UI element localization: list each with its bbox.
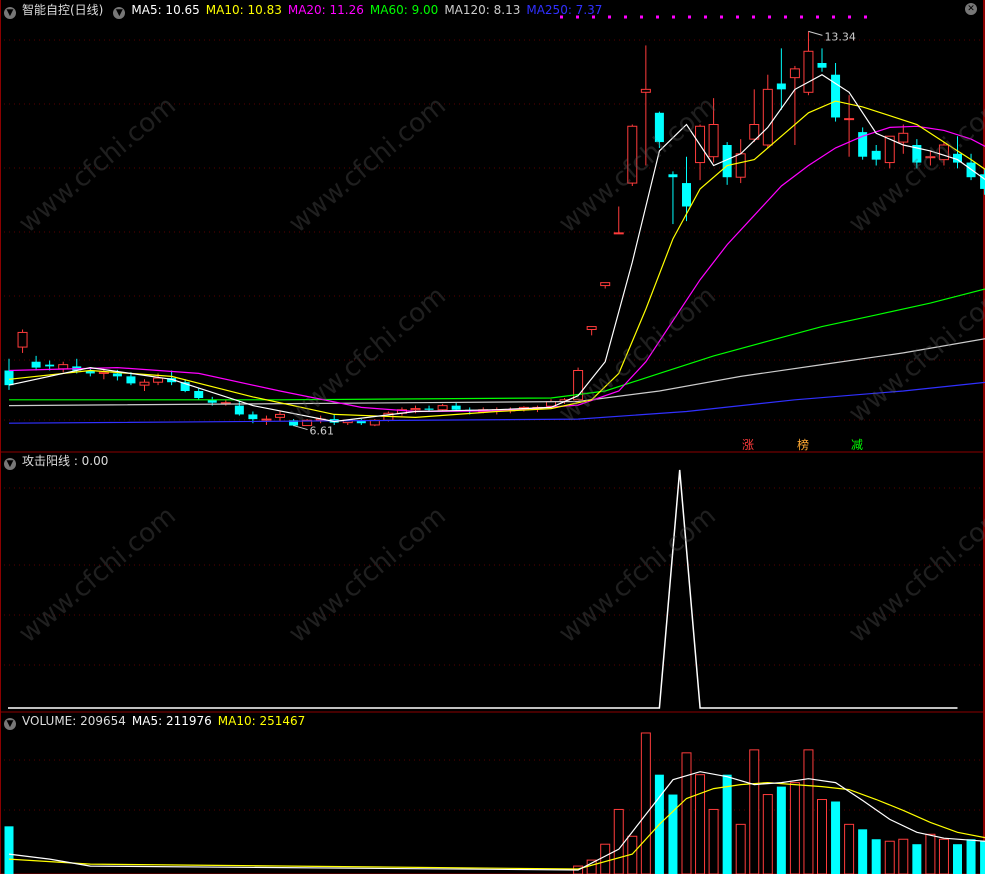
candle-up	[708, 124, 719, 158]
ma120-label: MA120: 8.13	[444, 3, 521, 17]
candle-up	[261, 418, 272, 421]
volume-bar-up	[817, 799, 827, 874]
indicator-line	[8, 469, 958, 709]
volume-bar-up	[708, 808, 719, 874]
ma250-label: MA250: 7.37	[526, 3, 603, 17]
volume-bar-down	[4, 826, 14, 874]
candle-down	[871, 150, 881, 160]
close-icon[interactable]: ✕	[965, 3, 977, 15]
candle-down	[4, 370, 14, 386]
volume-bar-up	[844, 823, 855, 874]
volume-bar-up	[586, 859, 597, 874]
ma120-line	[8, 338, 985, 407]
low-price-label: 6.61	[310, 425, 335, 438]
candle-down	[126, 376, 136, 384]
candle-down	[234, 405, 244, 415]
chart-canvas[interactable]: 13.34 6.61	[0, 0, 985, 874]
candle-down	[424, 408, 434, 410]
high-price-label: 13.34	[824, 30, 856, 43]
candle-down	[194, 391, 204, 399]
candle-up	[640, 88, 651, 93]
candle-up	[58, 364, 69, 370]
candle-down	[668, 174, 678, 178]
volume-bar-up	[749, 749, 760, 874]
volume-bar-down	[912, 844, 922, 874]
volume-ma10-label: MA10: 251467	[217, 714, 306, 728]
ma20-label: MA20: 11.26	[287, 3, 364, 17]
collapse-icon[interactable]: ▼	[4, 718, 16, 730]
volume-bar-down	[871, 839, 881, 874]
candle-up	[844, 118, 855, 121]
candle-down	[682, 183, 691, 207]
volume-bar-down	[831, 801, 841, 874]
collapse-icon[interactable]: ▼	[4, 458, 16, 470]
ma10-label: MA10: 10.83	[205, 3, 282, 17]
candle-up	[803, 50, 814, 93]
candle-down	[451, 405, 461, 410]
indicator-legend: ▼ 攻击阳线 : 0.00	[4, 452, 114, 470]
ma5-label: MA5: 10.65	[131, 3, 200, 17]
candle-up	[586, 326, 597, 331]
candle-down	[45, 364, 55, 367]
volume-bar-down	[966, 839, 976, 874]
collapse-icon[interactable]: ▼	[4, 7, 16, 19]
volume-bar-up	[803, 749, 814, 874]
volume-bar-down	[722, 774, 732, 874]
volume-bar-up	[762, 794, 773, 874]
candle-up	[139, 381, 150, 386]
candle-up	[938, 144, 949, 161]
volume-bar-down	[776, 786, 786, 874]
toggle-icon[interactable]: ▼	[113, 7, 126, 19]
volume-bar-down	[953, 844, 962, 874]
volume-bar-down	[668, 794, 678, 874]
volume-bar-up	[735, 823, 746, 874]
candle-down	[817, 63, 827, 68]
volume-bar-up	[640, 732, 651, 874]
high-pointer	[808, 30, 823, 36]
tag-jian: 减	[851, 438, 864, 452]
volume-legend: ▼ VOLUME: 209654 MA5: 211976 MA10: 251467	[4, 712, 311, 730]
volume-bar-down	[858, 829, 868, 874]
candle-up	[410, 408, 421, 411]
ma60-label: MA60: 9.00	[369, 3, 439, 17]
ma20-line	[8, 125, 985, 413]
candle-up	[153, 377, 164, 383]
candle-up	[925, 156, 936, 159]
candle-down	[112, 373, 122, 377]
candle-up	[275, 413, 285, 418]
low-pointer	[293, 425, 308, 431]
ma5-line	[8, 74, 985, 423]
candle-up	[600, 282, 611, 287]
stock-title: 智能自控(日线)	[22, 3, 104, 17]
volume-bar-up	[938, 838, 949, 874]
volume-bar-up	[613, 808, 624, 874]
tag-bang: 榜	[797, 438, 810, 452]
candle-up	[437, 405, 448, 411]
volume-bar-up	[925, 833, 936, 874]
candle-down	[31, 361, 41, 368]
volume-bar-down	[980, 841, 985, 874]
candle-up	[627, 125, 638, 184]
candle-up	[17, 331, 28, 348]
volume-bar-up	[681, 752, 692, 874]
volume-bar-up	[695, 774, 706, 874]
candle-up	[735, 153, 746, 178]
volume-bar-up	[789, 782, 800, 874]
volume-ma5-label: MA5: 211976	[131, 714, 212, 728]
candle-up	[98, 371, 109, 374]
candle-up	[898, 132, 909, 143]
volume-bar-up	[898, 838, 909, 874]
candle-up	[613, 232, 624, 235]
volume-label: VOLUME: 209654	[22, 714, 126, 728]
tag-zhang: 涨	[742, 438, 755, 452]
candle-up	[762, 88, 773, 146]
volume-bar-up	[884, 840, 895, 874]
candle-up	[789, 68, 800, 79]
candle-down	[776, 83, 786, 90]
candle-down	[248, 414, 258, 420]
indicator-label: 攻击阳线 : 0.00	[22, 454, 109, 468]
candle-down	[654, 112, 664, 143]
price-legend: ▼ 智能自控(日线) ▼ MA5: 10.65 MA10: 10.83 MA20: 11.…	[4, 1, 608, 19]
volume-bar-up	[600, 843, 611, 874]
